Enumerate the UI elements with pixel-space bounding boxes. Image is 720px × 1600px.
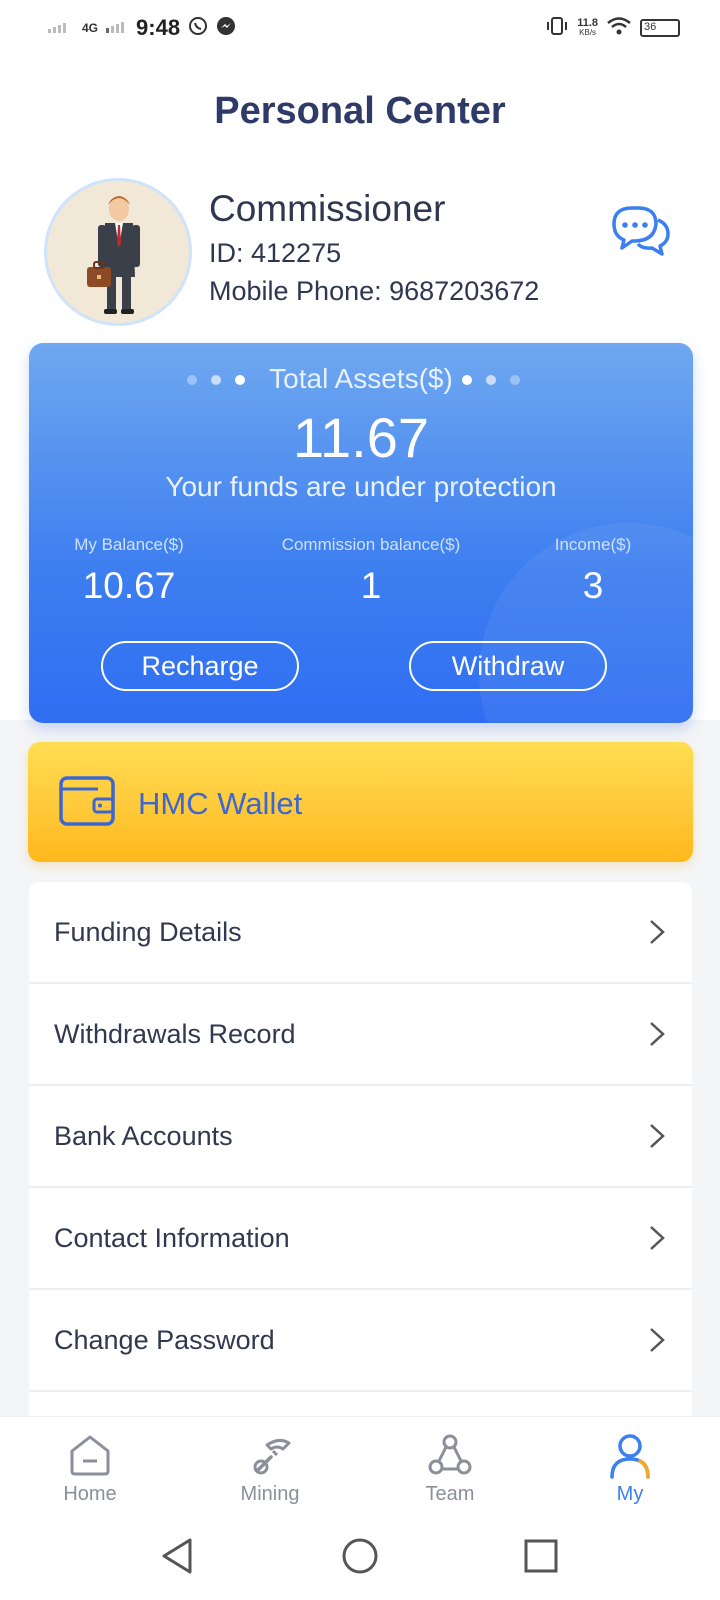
tab-my[interactable]: My xyxy=(540,1417,720,1516)
battery-icon: 36 xyxy=(640,19,680,37)
mining-icon xyxy=(253,1438,291,1475)
chat-bubbles-icon[interactable] xyxy=(610,202,672,258)
protection-note: Your funds are under protection xyxy=(165,471,557,502)
total-assets-value: 11.67 xyxy=(293,406,429,469)
menu-item-label: Funding Details xyxy=(54,916,242,947)
user-name: Commissioner xyxy=(209,188,446,229)
income: Income($) 3 xyxy=(543,535,643,607)
status-bar: 4G 9:48 11.8 KB/s 36 xyxy=(0,0,720,56)
income-label: Income($) xyxy=(554,535,632,554)
wifi-icon xyxy=(606,16,632,41)
chevron-right-icon xyxy=(650,920,665,944)
network-type: 4G xyxy=(82,21,99,35)
tab-mining-label: Mining xyxy=(240,1483,300,1505)
menu-item-label: Contact Information xyxy=(54,1222,290,1253)
recharge-button[interactable]: Recharge xyxy=(101,641,299,691)
menu-item-label: Bank Accounts xyxy=(54,1120,233,1151)
commission-balance: Commission balance($) 1 xyxy=(261,535,481,607)
hmc-wallet-card[interactable]: HMC Wallet xyxy=(28,742,693,862)
commission-balance-value: 1 xyxy=(360,565,382,606)
my-balance-label: My Balance($) xyxy=(74,535,184,554)
tab-my-label: My xyxy=(616,1483,644,1505)
chevron-right-icon xyxy=(650,1226,665,1250)
user-phone: Mobile Phone: 9687203672 xyxy=(209,276,540,306)
menu-item-funding-details[interactable]: Funding Details xyxy=(29,882,692,984)
wallet-icon xyxy=(58,775,116,827)
messenger-icon xyxy=(216,16,236,41)
cell-signal-icon xyxy=(48,19,74,38)
tab-mining[interactable]: Mining xyxy=(180,1417,360,1516)
avatar[interactable] xyxy=(44,178,192,326)
tab-team[interactable]: Team xyxy=(360,1417,540,1516)
battery-level: 36 xyxy=(644,21,657,33)
withdraw-button[interactable]: Withdraw xyxy=(409,641,607,691)
user-icon xyxy=(610,1434,650,1479)
profile-section: Commissioner ID: 412275 Mobile Phone: 96… xyxy=(0,178,720,328)
menu-item-label: Change Password xyxy=(54,1324,275,1355)
menu-item-change-password[interactable]: Change Password xyxy=(29,1290,692,1392)
menu-item-bank-accounts[interactable]: Bank Accounts xyxy=(29,1086,692,1188)
menu-item-label: Withdrawals Record xyxy=(54,1018,296,1049)
my-balance-value: 10.67 xyxy=(82,565,176,606)
chevron-right-icon xyxy=(650,1328,665,1352)
tab-team-label: Team xyxy=(425,1483,475,1505)
net-speed-unit: KB/s xyxy=(579,28,597,37)
home-icon xyxy=(70,1435,110,1476)
back-icon[interactable] xyxy=(158,1536,194,1581)
commission-balance-label: Commission balance($) xyxy=(281,535,461,554)
whatsapp-icon xyxy=(188,16,208,41)
page-title: Personal Center xyxy=(214,90,506,132)
clock: 9:48 xyxy=(136,15,181,40)
chevron-right-icon xyxy=(650,1022,665,1046)
tab-home[interactable]: Home xyxy=(0,1417,180,1516)
menu-item-withdrawals-record[interactable]: Withdrawals Record xyxy=(29,984,692,1086)
user-id: ID: 412275 xyxy=(209,238,342,268)
recents-icon[interactable] xyxy=(522,1536,560,1581)
income-value: 3 xyxy=(582,565,604,606)
my-balance: My Balance($) 10.67 xyxy=(61,535,197,607)
system-nav-bar xyxy=(0,1516,720,1600)
team-icon xyxy=(428,1434,472,1475)
vibrate-icon xyxy=(545,16,569,41)
home-button-icon[interactable] xyxy=(340,1536,380,1581)
hmc-wallet-label: HMC Wallet xyxy=(138,786,303,821)
total-assets-title: Total Assets($) xyxy=(269,363,453,394)
chevron-right-icon xyxy=(650,1124,665,1148)
net-speed-value: 11.8 xyxy=(577,17,598,29)
tab-home-label: Home xyxy=(63,1483,117,1505)
cell-signal-icon-2 xyxy=(106,19,128,38)
menu-list: Funding Details Withdrawals Record Bank … xyxy=(29,882,692,1426)
bottom-tab-bar: Home Mining Team My xyxy=(0,1416,720,1516)
menu-item-contact-information[interactable]: Contact Information xyxy=(29,1188,692,1290)
total-assets-card: Total Assets($) 11.67 Your funds are und… xyxy=(29,343,693,723)
